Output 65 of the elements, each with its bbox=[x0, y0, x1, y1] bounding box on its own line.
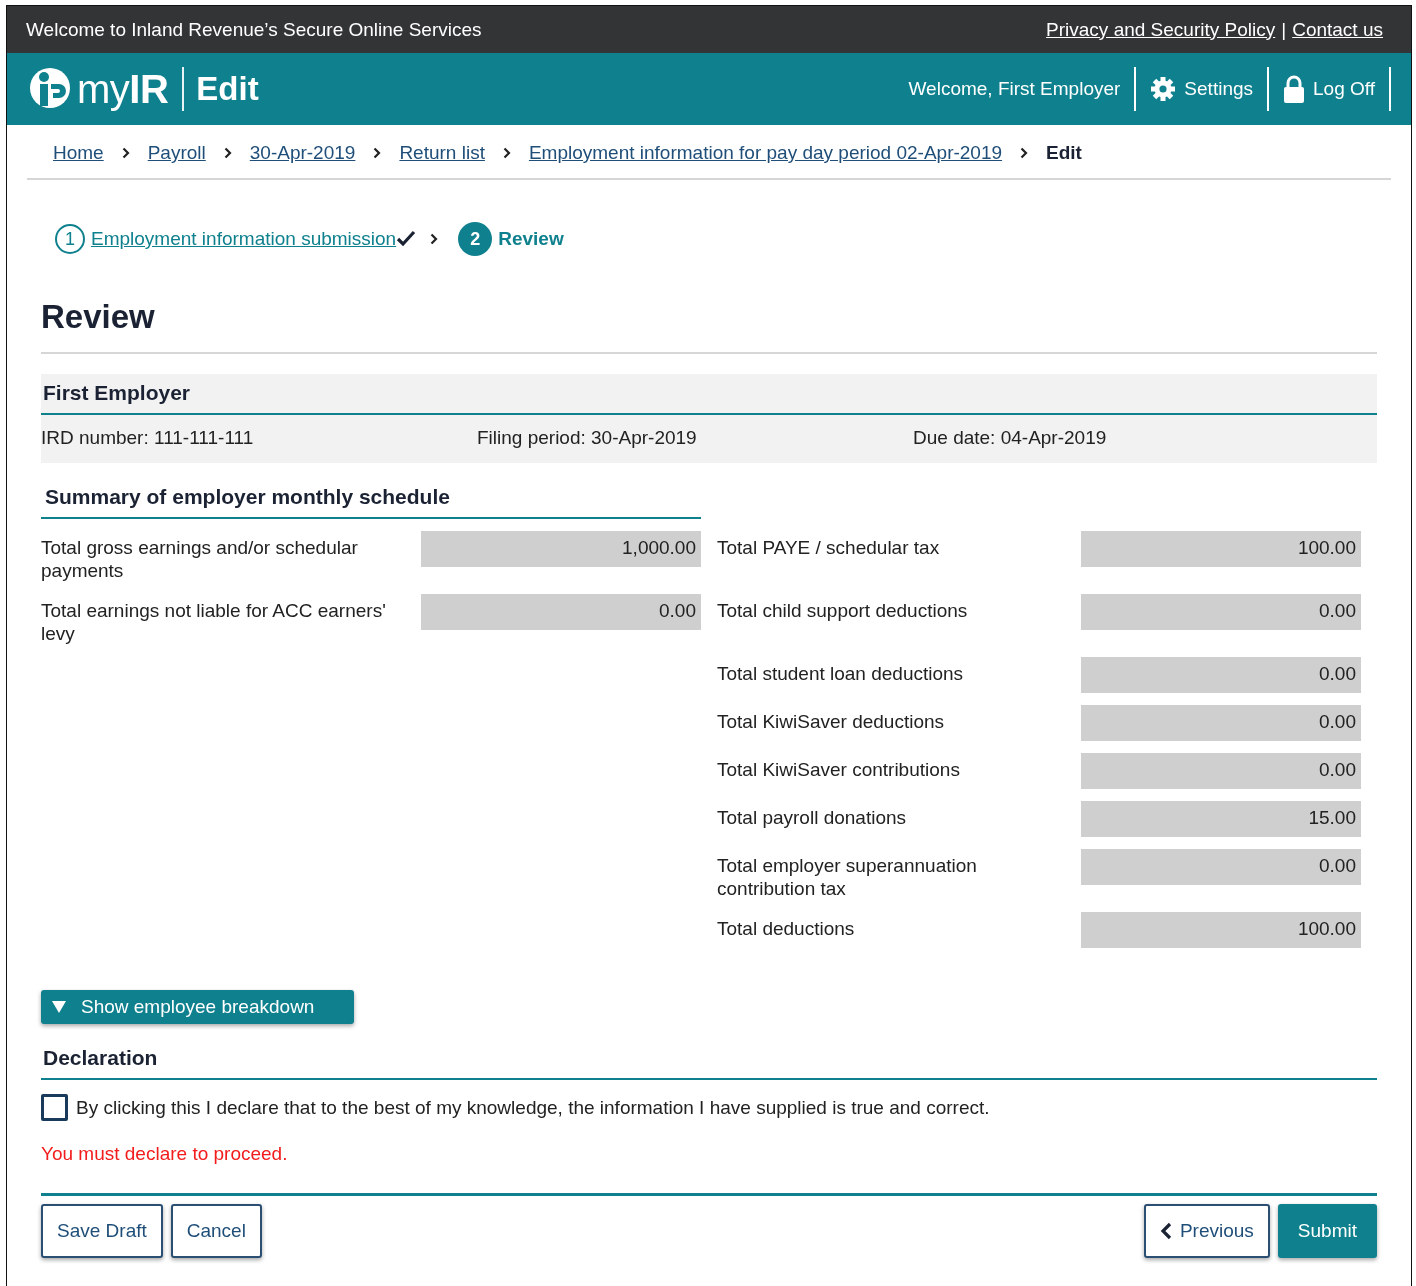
chevron-left-icon bbox=[1159, 1222, 1172, 1240]
declaration-text: By clicking this I declare that to the best of my knowledge, the information I have supplied is true and correct. bbox=[76, 1096, 990, 1119]
logo-text: myIR bbox=[77, 66, 169, 112]
employer-name: First Employer bbox=[41, 374, 1377, 415]
chevron-icon bbox=[502, 147, 511, 159]
lock-icon bbox=[1283, 75, 1305, 103]
welcome-text: Welcome, First Employer bbox=[907, 78, 1122, 100]
chevron-icon bbox=[1020, 147, 1029, 159]
amount-field: 0.00 bbox=[1081, 705, 1361, 741]
field-label: Total earnings not liable for ACC earners' levy bbox=[41, 599, 387, 645]
error-message: You must declare to proceed. bbox=[41, 1143, 289, 1165]
field-label: Total payroll donations bbox=[716, 806, 908, 830]
breadcrumb-link[interactable]: Home bbox=[53, 142, 104, 164]
chevron-icon bbox=[121, 147, 130, 159]
caret-icon bbox=[51, 1000, 67, 1014]
field-label: Total deductions bbox=[716, 917, 856, 941]
chevron-icon bbox=[373, 147, 382, 159]
section-heading: Summary of employer monthly schedule bbox=[41, 485, 701, 519]
action-button[interactable]: Save Draft bbox=[41, 1204, 163, 1258]
breakdown-button[interactable]: Show employee breakdown bbox=[41, 990, 355, 1024]
employer-detail: Due date: 04-Apr-2019 bbox=[913, 427, 1108, 449]
breadcrumb-link[interactable]: Return list bbox=[399, 142, 485, 164]
amount-field: 0.00 bbox=[1081, 753, 1361, 789]
chevron-icon bbox=[430, 233, 439, 245]
amount-field: 1,000.00 bbox=[421, 531, 701, 567]
field-label: Total KiwiSaver deductions bbox=[716, 710, 946, 734]
page-heading: Edit bbox=[196, 70, 259, 108]
field-label: Total student loan deductions bbox=[716, 662, 965, 686]
step-link[interactable]: Employment information submission bbox=[91, 228, 397, 250]
checkbox[interactable] bbox=[41, 1094, 68, 1121]
breadcrumb-link[interactable]: Payroll bbox=[147, 142, 206, 164]
chevron-icon bbox=[223, 147, 232, 159]
submit-button[interactable]: Submit bbox=[1277, 1204, 1377, 1258]
step-number: 1 bbox=[55, 224, 85, 254]
breadcrumb-current: Edit bbox=[1046, 142, 1082, 164]
field-label: Total KiwiSaver contributions bbox=[716, 758, 961, 782]
field-label: Total employer superannuation contribution tax bbox=[716, 854, 978, 900]
step-label: Review bbox=[498, 228, 564, 250]
settings-icon bbox=[1150, 76, 1177, 102]
amount-field: 100.00 bbox=[1081, 531, 1361, 567]
breadcrumb-link[interactable]: Employment information for pay day period 02-Apr-2019 bbox=[528, 142, 1003, 164]
amount-field: 0.00 bbox=[1081, 657, 1361, 693]
field-label: Total child support deductions bbox=[716, 599, 969, 623]
header-link[interactable]: Contact us bbox=[1292, 18, 1383, 41]
amount-field: 0.00 bbox=[421, 594, 701, 630]
amount-field: 100.00 bbox=[1081, 912, 1361, 948]
employer-detail: Filing period: 30-Apr-2019 bbox=[477, 427, 698, 449]
log-off-button[interactable]: Log Off bbox=[1269, 66, 1389, 112]
breadcrumb-link[interactable]: 30-Apr-2019 bbox=[249, 142, 356, 164]
step-number: 2 bbox=[458, 222, 493, 256]
field-label: Total gross earnings and/or schedular payments bbox=[41, 536, 359, 582]
amount-field: 15.00 bbox=[1081, 801, 1361, 837]
amount-field: 0.00 bbox=[1081, 594, 1361, 630]
page-title: Review bbox=[41, 298, 1377, 354]
link-separator: | bbox=[1281, 18, 1287, 41]
header-link[interactable]: Privacy and Security Policy bbox=[1046, 18, 1276, 41]
previous-button[interactable]: Previous bbox=[1143, 1204, 1270, 1258]
section-heading: Declaration bbox=[41, 1046, 1377, 1080]
settings-button[interactable]: Settings bbox=[1136, 66, 1267, 112]
action-button[interactable]: Cancel bbox=[170, 1204, 262, 1258]
amount-field: 0.00 bbox=[1081, 849, 1361, 885]
employer-detail: IRD number: 111-111-111 bbox=[41, 427, 255, 449]
field-label: Total PAYE / schedular tax bbox=[716, 536, 941, 560]
welcome-text: Welcome to Inland Revenue’s Secure Online Services bbox=[26, 18, 482, 41]
logo-icon bbox=[29, 67, 71, 111]
